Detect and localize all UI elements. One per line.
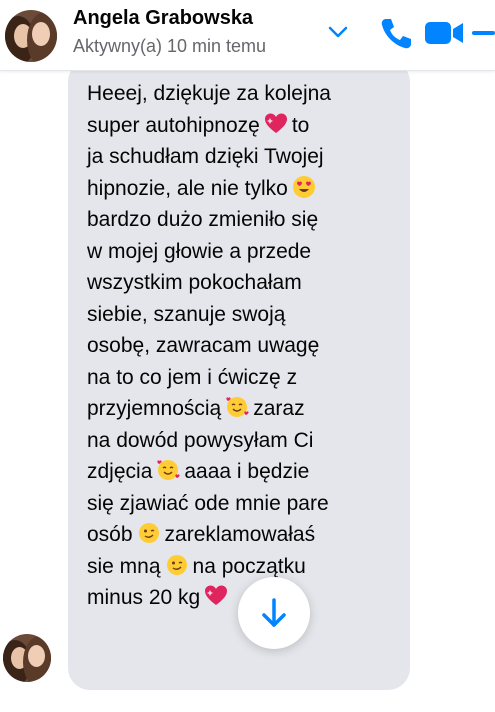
message-line: zdjęcia aaaa i będzie — [87, 460, 310, 483]
scroll-to-bottom-button[interactable] — [238, 577, 310, 649]
message-line: w mojej głowie a przede — [87, 239, 312, 263]
message-line: Heeej, dziękuje za kolejna — [87, 82, 331, 105]
winking-face-icon — [138, 523, 159, 543]
heart-eyes-emoji-icon — [292, 175, 315, 198]
message-line: osób zareklamowałaś — [87, 523, 316, 546]
message-line: się zjawiać ode mnie pare — [87, 491, 329, 515]
message-line: ja schudłam dzięki Twojej — [87, 145, 324, 168]
message-line: na to co jem i ćwiczę z — [87, 365, 298, 389]
message-line: siebie, szanuje swoją — [87, 302, 286, 326]
sender-avatar[interactable] — [3, 634, 51, 682]
video-camera-icon[interactable] — [424, 18, 464, 48]
smiling-face-with-hearts-icon — [226, 397, 249, 417]
winking-face-icon — [166, 554, 187, 575]
message-text: Heeej, dziękuje za kolejna super autohip… — [87, 78, 397, 614]
chat-header: Angela Grabowska Aktywny(a) 10 min temu — [0, 0, 495, 71]
message-line: hipnozie, ale nie tylko — [87, 173, 397, 205]
contact-avatar[interactable] — [5, 10, 57, 62]
message-line: przyjemnością zaraz — [87, 397, 305, 420]
contact-name[interactable]: Angela Grabowska — [73, 7, 253, 30]
message-line: na dowód powysyłam Ci — [87, 428, 314, 452]
minus-icon[interactable] — [470, 20, 495, 46]
message-line: wszystkim pokochałam — [87, 271, 302, 294]
sparkling-heart-icon — [205, 585, 228, 605]
chevron-down-icon[interactable] — [326, 22, 350, 42]
message-line: super autohipnozę to — [87, 113, 310, 137]
smiling-face-with-hearts-icon — [157, 460, 180, 480]
message-line: osobę, zawracam uwagę — [87, 334, 320, 357]
arrow-down-icon — [262, 598, 286, 627]
message-line: bardzo dużo zmieniło się — [87, 208, 319, 231]
sparkling-heart-icon — [264, 113, 287, 133]
active-status: Aktywny(a) 10 min temu — [73, 36, 267, 56]
phone-icon[interactable] — [378, 16, 414, 50]
message-line: sie mną na początku — [87, 554, 306, 578]
